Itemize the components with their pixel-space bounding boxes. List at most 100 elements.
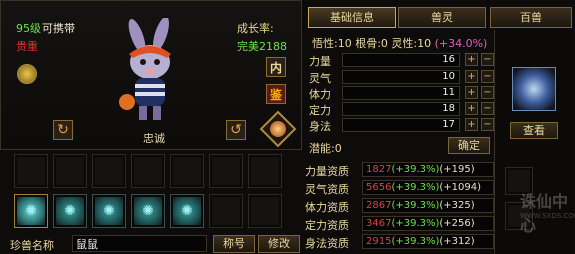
aptitude-summary-text: 悟性:10 根骨:0 灵性:10 <box>312 37 432 50</box>
rotate-right-button[interactable]: ↺ <box>226 120 246 140</box>
potential-points: 潜能:0 <box>309 142 342 155</box>
empty-slot[interactable] <box>131 154 165 188</box>
aptitude-label: 灵气资质 <box>305 183 349 196</box>
aptitude-percent: (+39.3%) <box>391 164 440 175</box>
aptitude-percent: (+39.3%) <box>391 218 440 229</box>
coin-icon <box>17 64 37 84</box>
tab-beast-spirit[interactable]: 兽灵 <box>398 7 486 28</box>
increase-button[interactable]: + <box>465 86 478 99</box>
swirl-icon[interactable]: ✺ <box>170 194 204 228</box>
appraise-button[interactable]: 鉴 <box>266 84 286 104</box>
decrease-button[interactable]: − <box>481 70 494 83</box>
stat-value: 10 <box>442 71 455 82</box>
aptitude-base: 3467 <box>366 218 392 229</box>
stat-label: 体力 <box>309 88 331 101</box>
skill-slots: ✺ ✺ ✺ ✺ ✺ <box>14 194 294 228</box>
empty-slot[interactable] <box>209 154 243 188</box>
pet-name-label: 珍兽名称 <box>10 239 54 252</box>
aptitude-summary: 悟性:10 根骨:0 灵性:10 (+34.0%) <box>312 35 487 51</box>
increase-button[interactable]: + <box>465 102 478 115</box>
aptitude-percent: (+39.3%) <box>391 200 440 211</box>
empty-slot[interactable] <box>170 154 204 188</box>
pet-level: 95级 <box>16 22 41 35</box>
stat-value: 11 <box>442 87 455 98</box>
stat-row: 灵气 10 + − <box>309 70 494 85</box>
aptitude-value: 2915(+39.3%)(+312) <box>362 234 494 249</box>
stat-label: 力量 <box>309 55 331 68</box>
stat-label: 定力 <box>309 104 331 117</box>
pet-name-input[interactable] <box>72 235 207 252</box>
empty-slot[interactable] <box>209 194 243 228</box>
decrease-button[interactable]: − <box>481 102 494 115</box>
empty-slot[interactable] <box>53 154 87 188</box>
stat-row: 身法 17 + − <box>309 118 494 133</box>
stat-bar: 18 <box>342 102 460 116</box>
beast-portrait[interactable] <box>512 67 556 111</box>
swirl-icon[interactable]: ✺ <box>92 194 126 228</box>
decrease-button[interactable]: − <box>481 86 494 99</box>
swirl-icon[interactable]: ✺ <box>131 194 165 228</box>
stat-label: 身法 <box>309 120 331 133</box>
empty-slot[interactable] <box>92 154 126 188</box>
aptitude-row: 定力资质 3467(+39.3%)(+256) <box>305 216 495 232</box>
empty-slot[interactable] <box>14 154 48 188</box>
aptitude-base: 5656 <box>366 182 392 193</box>
aptitude-label: 体力资质 <box>305 201 349 214</box>
aptitude-row: 力量资质 1827(+39.3%)(+195) <box>305 162 495 178</box>
flame-icon <box>270 121 286 137</box>
rotate-left-button[interactable]: ↻ <box>53 120 73 140</box>
pet-model <box>119 18 171 120</box>
stat-value: 18 <box>442 103 455 114</box>
pet-character: 忠诚 <box>143 132 165 145</box>
pet-carry-status: 可携带 <box>42 22 75 35</box>
aptitude-base: 2915 <box>366 236 392 247</box>
aptitude-summary-bonus: (+34.0%) <box>434 37 488 50</box>
aptitude-row: 灵气资质 5656(+39.3%)(+1094) <box>305 180 495 196</box>
stat-value: 16 <box>442 54 455 65</box>
aptitude-bonus: (+325) <box>439 200 475 211</box>
title-button[interactable]: 称号 <box>213 235 255 253</box>
aptitude-value: 3467(+39.3%)(+256) <box>362 216 494 231</box>
growth-rate-label: 成长率: <box>237 22 274 35</box>
aptitude-bonus: (+1094) <box>439 182 482 193</box>
aptitude-base: 2867 <box>366 200 392 211</box>
decrease-button[interactable]: − <box>481 118 494 131</box>
tab-basic-info[interactable]: 基础信息 <box>308 7 396 28</box>
aptitude-value: 1827(+39.3%)(+195) <box>362 162 494 177</box>
aptitude-label: 定力资质 <box>305 219 349 232</box>
swirl-icon[interactable]: ✺ <box>53 194 87 228</box>
growth-rate-value: 完美2188 <box>237 40 287 53</box>
aptitude-value: 2867(+39.3%)(+325) <box>362 198 494 213</box>
aptitude-percent: (+39.3%) <box>391 236 440 247</box>
stat-bar: 11 <box>342 86 460 100</box>
empty-slot[interactable] <box>248 154 282 188</box>
modify-button[interactable]: 修改 <box>258 235 300 253</box>
stat-value: 17 <box>442 119 455 130</box>
equipment-slots <box>14 154 294 188</box>
stat-row: 力量 16 + − <box>309 53 494 68</box>
aptitude-row: 身法资质 2915(+39.3%)(+312) <box>305 234 495 250</box>
aptitude-label: 身法资质 <box>305 237 349 250</box>
aptitude-base: 1827 <box>366 164 392 175</box>
confirm-button[interactable]: 确定 <box>448 137 490 154</box>
aptitude-bonus: (+195) <box>439 164 475 175</box>
stat-bar: 10 <box>342 70 460 84</box>
view-button[interactable]: 查看 <box>510 122 558 139</box>
empty-slot[interactable] <box>248 194 282 228</box>
increase-button[interactable]: + <box>465 53 478 66</box>
aptitude-bonus: (+312) <box>439 236 475 247</box>
stat-bar: 17 <box>342 118 460 132</box>
swirl-icon[interactable]: ✺ <box>14 194 48 228</box>
stat-bar: 16 <box>342 53 460 67</box>
aptitude-row: 体力资质 2867(+39.3%)(+325) <box>305 198 495 214</box>
tab-hundred-beasts[interactable]: 百兽 <box>490 7 572 28</box>
inner-button[interactable]: 内 <box>266 57 286 77</box>
aptitude-value: 5656(+39.3%)(+1094) <box>362 180 494 195</box>
aptitude-bonus: (+256) <box>439 218 475 229</box>
increase-button[interactable]: + <box>465 70 478 83</box>
aptitude-label: 力量资质 <box>305 165 349 178</box>
decrease-button[interactable]: − <box>481 53 494 66</box>
stat-label: 灵气 <box>309 72 331 85</box>
increase-button[interactable]: + <box>465 118 478 131</box>
watermark-url: WWW.SXDS.COM <box>520 212 575 220</box>
